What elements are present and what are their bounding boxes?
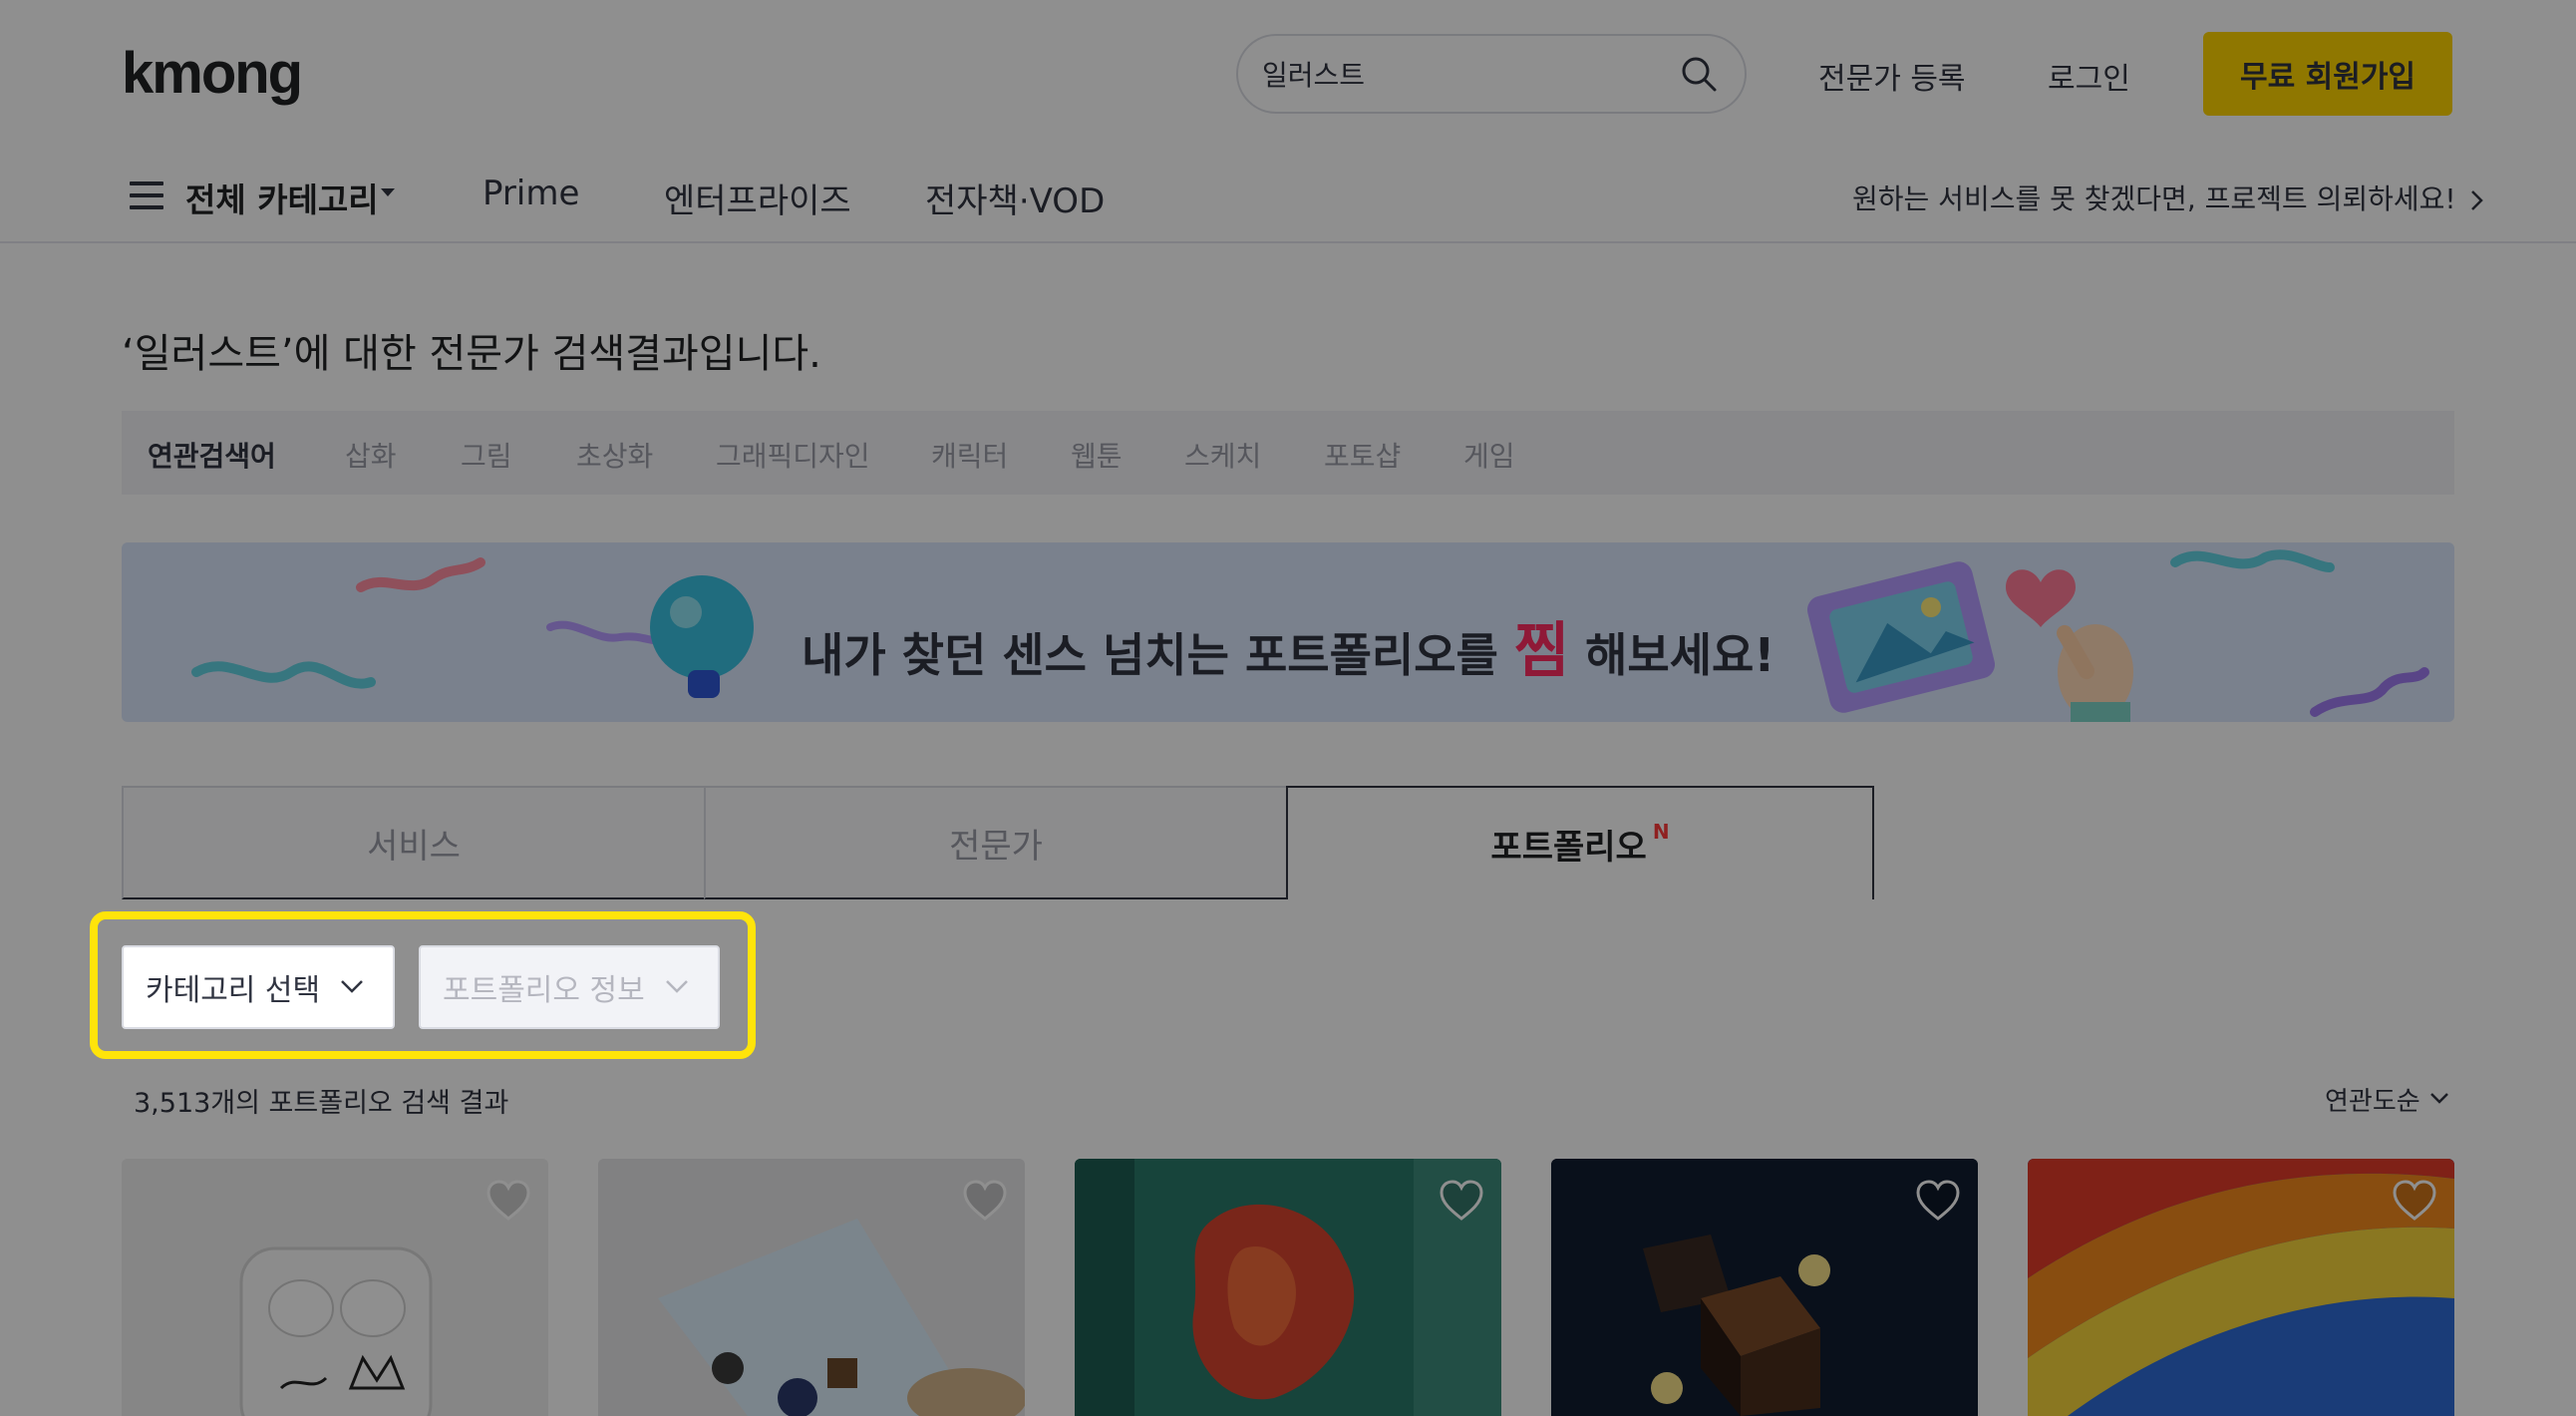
related-keyword[interactable]: 포토샵 — [1324, 435, 1401, 475]
portfolio-card[interactable] — [2028, 1159, 2454, 1416]
related-keyword[interactable]: 스케치 — [1184, 435, 1261, 475]
project-request-label[interactable]: 원하는 서비스를 못 찾겠다면, 프로젝트 의뢰하세요! — [1852, 182, 2456, 215]
heart-icon[interactable] — [1914, 1179, 1962, 1223]
new-badge: N — [1652, 820, 1670, 844]
related-keywords-bar: 연관검색어 삽화 그림 초상화 그래픽디자인 캐릭터 웹툰 스케치 포토샵 게임 — [122, 411, 2454, 495]
category-select-label: 카테고리 선택 — [146, 973, 321, 1008]
chevron-right-icon — [2470, 190, 2483, 210]
nav-divider — [0, 241, 2576, 243]
kmong-logo[interactable]: kmong — [122, 40, 303, 107]
related-keyword[interactable]: 초상화 — [576, 435, 653, 475]
nav-prime[interactable]: Prime — [483, 174, 579, 213]
tab-label: 전문가 — [949, 826, 1043, 867]
heart-icon[interactable] — [1438, 1179, 1485, 1223]
portfolio-promo-banner[interactable]: 내가 찾던 센스 넘치는 포트폴리오를 찜 해보세요! — [122, 542, 2454, 722]
tab-label: 서비스 — [367, 826, 461, 867]
tab-portfolio[interactable]: 포트폴리오 N — [1286, 786, 1874, 899]
related-keyword[interactable]: 그래픽디자인 — [716, 435, 870, 475]
menu-icon[interactable] — [130, 181, 163, 209]
portfolio-card[interactable] — [1075, 1159, 1501, 1416]
tab-label: 포트폴리오 — [1490, 827, 1647, 868]
portfolio-card[interactable] — [122, 1159, 548, 1416]
related-keyword[interactable]: 웹툰 — [1071, 435, 1123, 475]
chevron-down-icon — [666, 980, 688, 993]
banner-text-emphasis: 찜 — [1513, 616, 1570, 686]
project-request-link[interactable]: 원하는 서비스를 못 찾겠다면, 프로젝트 의뢰하세요! — [1852, 177, 2485, 217]
expert-register-link[interactable]: 전문가 등록 — [1818, 54, 1966, 98]
search-box[interactable] — [1236, 34, 1747, 114]
sort-dropdown[interactable]: 연관도순 — [2325, 1081, 2420, 1118]
nav-ebook-vod[interactable]: 전자책·VOD — [925, 174, 1105, 222]
banner-text-main: 내가 찾던 센스 넘치는 포트폴리오를 — [802, 628, 1498, 682]
related-keyword[interactable]: 그림 — [461, 435, 512, 475]
portfolio-info-dropdown[interactable]: 포트폴리오 정보 — [419, 945, 720, 1029]
related-keywords-label: 연관검색어 — [148, 440, 276, 473]
heart-icon[interactable] — [2391, 1179, 2438, 1223]
category-select-dropdown[interactable]: 카테고리 선택 — [122, 945, 395, 1029]
page-title: ‘일러스트’에 대한 전문가 검색결과입니다. — [122, 331, 821, 377]
banner-text-end: 해보세요! — [1585, 628, 1775, 682]
search-input[interactable] — [1262, 36, 1661, 112]
banner-text: 내가 찾던 센스 넘치는 포트폴리오를 찜 해보세요! — [802, 602, 1774, 689]
signup-button[interactable]: 무료 회원가입 — [2203, 32, 2452, 116]
search-icon[interactable] — [1679, 54, 1719, 94]
nav-enterprise[interactable]: 엔터프라이즈 — [664, 174, 851, 222]
chevron-down-icon — [341, 980, 363, 993]
result-count: 3,513개의 포트폴리오 검색 결과 — [134, 1088, 509, 1119]
portfolio-info-label: 포트폴리오 정보 — [443, 973, 645, 1008]
login-link[interactable]: 로그인 — [2048, 54, 2130, 98]
related-keyword[interactable]: 게임 — [1463, 435, 1515, 475]
tab-services[interactable]: 서비스 — [122, 786, 706, 899]
all-categories-menu[interactable]: 전체 카테고리 — [185, 174, 379, 221]
related-keyword[interactable]: 캐릭터 — [931, 435, 1008, 475]
tab-experts[interactable]: 전문가 — [704, 786, 1288, 899]
portfolio-card[interactable] — [1551, 1159, 1978, 1416]
caret-down-icon — [381, 188, 395, 196]
portfolio-card[interactable] — [598, 1159, 1025, 1416]
heart-icon[interactable] — [961, 1179, 1009, 1223]
chevron-down-icon[interactable] — [2428, 1087, 2450, 1109]
related-keyword[interactable]: 삽화 — [345, 435, 397, 475]
heart-icon[interactable] — [484, 1179, 532, 1223]
